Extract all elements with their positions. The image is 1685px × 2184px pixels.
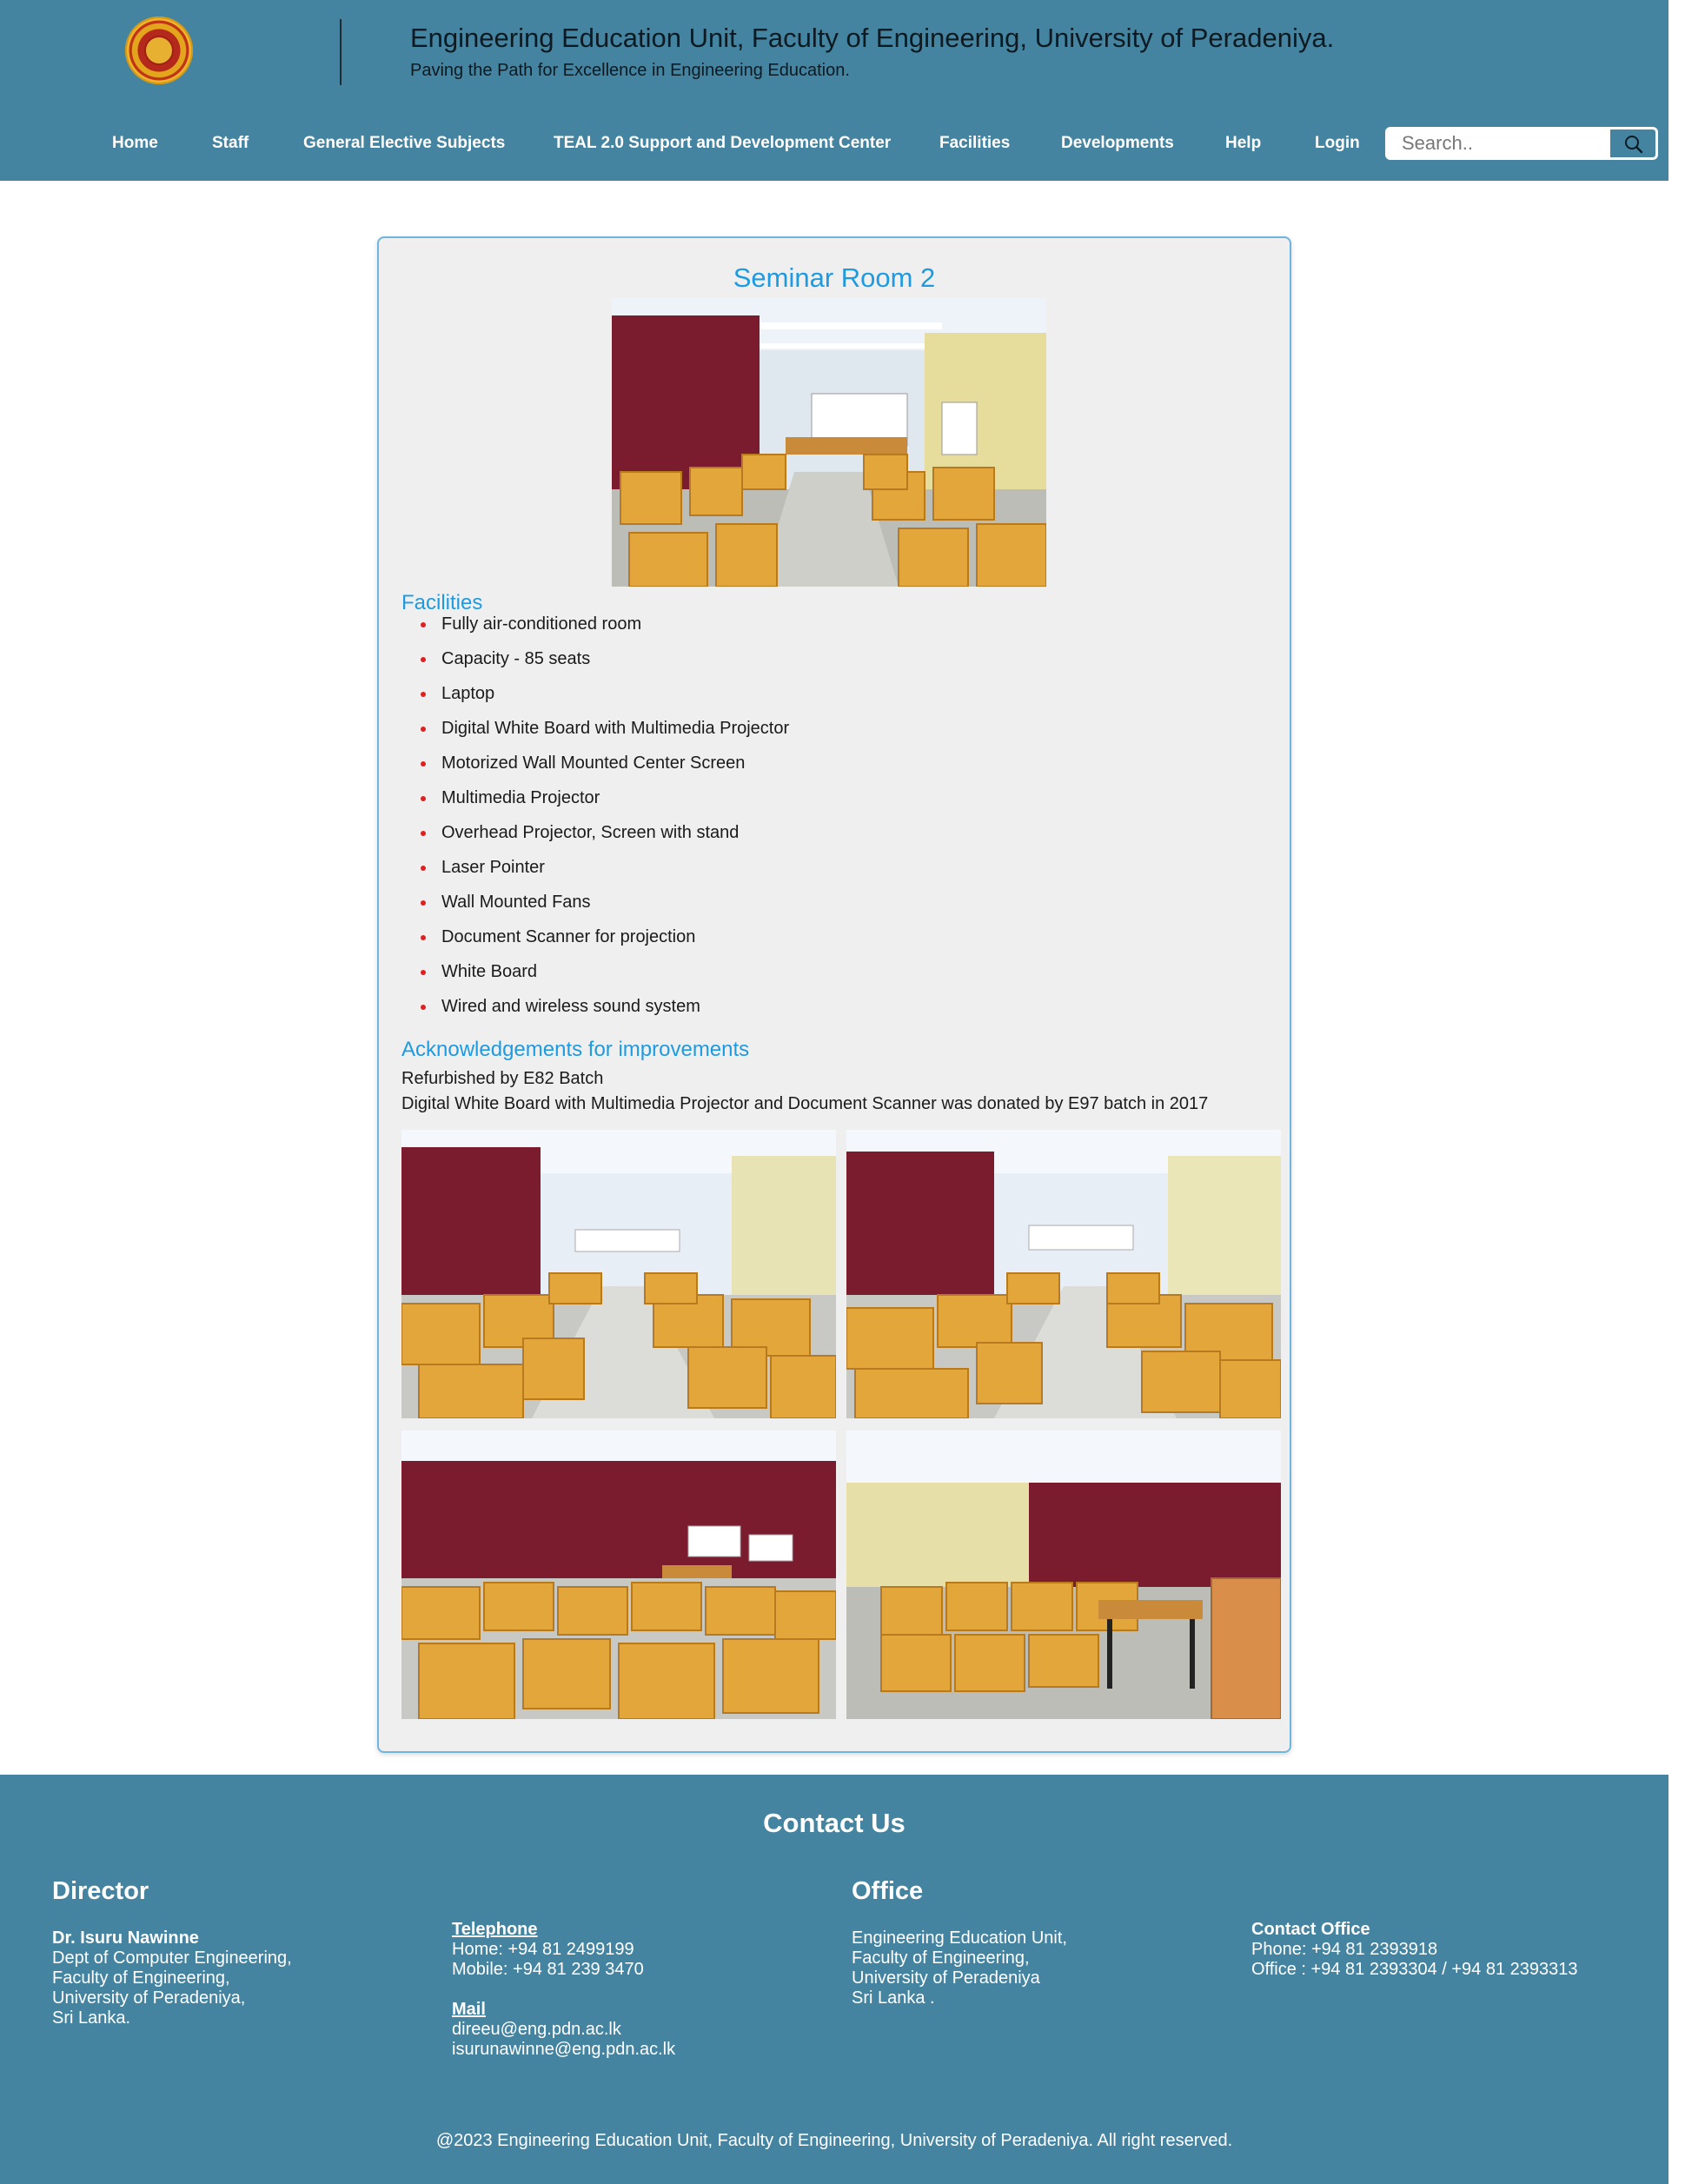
acknowledgements-heading: Acknowledgements for improvements xyxy=(401,1038,750,1061)
page-edge xyxy=(1668,106,1685,2184)
nav-developments[interactable]: Developments xyxy=(1061,134,1174,153)
nav-help[interactable]: Help xyxy=(1225,134,1261,153)
director-line: University of Peradeniya, xyxy=(52,1988,246,2008)
mobile-phone: Mobile: +94 81 239 3470 xyxy=(452,1960,644,1979)
logo-emblem xyxy=(144,36,174,65)
nav-login[interactable]: Login xyxy=(1315,134,1360,153)
acknowledgement-line: Digital White Board with Multimedia Proj… xyxy=(401,1094,1209,1113)
list-item: Document Scanner for projection xyxy=(401,926,789,961)
director-block: Dr. Isuru Nawinne Dept of Computer Engin… xyxy=(52,1928,292,2028)
contact-office-numbers: Office : +94 81 2393304 / +94 81 2393313 xyxy=(1251,1960,1578,1979)
gallery-photo[interactable] xyxy=(846,1431,1281,1719)
search-box xyxy=(1385,127,1658,160)
nav-staff[interactable]: Staff xyxy=(212,134,249,153)
site-header: Engineering Education Unit, Faculty of E… xyxy=(0,0,1668,181)
list-item: Laptop xyxy=(401,683,789,718)
list-item: Wired and wireless sound system xyxy=(401,996,789,1031)
list-item: Wall Mounted Fans xyxy=(401,892,789,926)
mail-label: Mail xyxy=(452,2000,486,2019)
home-phone: Home: +94 81 2499199 xyxy=(452,1940,634,1959)
office-line: Engineering Education Unit, xyxy=(852,1928,1067,1948)
gallery-photo[interactable] xyxy=(846,1130,1281,1418)
contact-office-phone: Phone: +94 81 2393918 xyxy=(1251,1940,1438,1959)
list-item: Overhead Projector, Screen with stand xyxy=(401,822,789,857)
list-item: Capacity - 85 seats xyxy=(401,648,789,683)
email-link[interactable]: isurunawinne@eng.pdn.ac.lk xyxy=(452,2040,675,2060)
site-title: Engineering Education Unit, Faculty of E… xyxy=(410,23,1335,53)
contact-us-title: Contact Us xyxy=(763,1808,906,1838)
gallery-photo[interactable] xyxy=(401,1431,836,1719)
director-heading: Director xyxy=(52,1877,149,1905)
nav-general-elective-subjects[interactable]: General Elective Subjects xyxy=(303,134,505,153)
copyright: @2023 Engineering Education Unit, Facult… xyxy=(435,2131,1233,2150)
site-tagline: Paving the Path for Excellence in Engine… xyxy=(410,61,850,80)
search-icon xyxy=(1625,136,1643,154)
contact-office-label: Contact Office xyxy=(1251,1920,1370,1939)
facilities-list: Fully air-conditioned room Capacity - 85… xyxy=(401,614,789,1031)
office-heading: Office xyxy=(852,1877,924,1905)
office-line: Sri Lanka . xyxy=(852,1988,935,2008)
nav-teal-center[interactable]: TEAL 2.0 Support and Development Center xyxy=(554,134,891,153)
list-item: White Board xyxy=(401,961,789,996)
director-line: Dept of Computer Engineering, xyxy=(52,1948,292,1968)
room-title: Seminar Room 2 xyxy=(733,262,936,293)
room-hero-photo[interactable] xyxy=(612,298,1046,587)
telephone-label: Telephone xyxy=(452,1920,538,1939)
university-logo[interactable] xyxy=(125,17,193,84)
office-line: University of Peradeniya xyxy=(852,1968,1040,1988)
director-line: Faculty of Engineering, xyxy=(52,1968,230,1988)
director-line: Sri Lanka. xyxy=(52,2008,131,2028)
telephone-block: Telephone Home: +94 81 2499199 Mobile: +… xyxy=(452,1920,675,2060)
nav-facilities[interactable]: Facilities xyxy=(939,134,1010,153)
room-card: Seminar Room 2 Facilities Fully air-cond… xyxy=(377,236,1291,1753)
list-item: Multimedia Projector xyxy=(401,787,789,822)
list-item: Digital White Board with Multimedia Proj… xyxy=(401,718,789,753)
office-line: Faculty of Engineering, xyxy=(852,1948,1030,1968)
header-divider xyxy=(340,19,342,85)
office-block: Engineering Education Unit, Faculty of E… xyxy=(852,1928,1067,2008)
list-item: Fully air-conditioned room xyxy=(401,614,789,648)
nav-home[interactable]: Home xyxy=(112,134,158,153)
gallery-photo[interactable] xyxy=(401,1130,836,1418)
acknowledgement-line: Refurbished by E82 Batch xyxy=(401,1069,604,1088)
director-name: Dr. Isuru Nawinne xyxy=(52,1928,199,1948)
search-input[interactable] xyxy=(1388,129,1609,157)
list-item: Motorized Wall Mounted Center Screen xyxy=(401,753,789,787)
search-button[interactable] xyxy=(1610,129,1655,157)
site-footer: Contact Us Director Dr. Isuru Nawinne De… xyxy=(0,1775,1668,2184)
facilities-heading: Facilities xyxy=(401,591,483,614)
list-item: Laser Pointer xyxy=(401,857,789,892)
contact-office-block: Contact Office Phone: +94 81 2393918 Off… xyxy=(1251,1920,1578,1980)
email-link[interactable]: direeu@eng.pdn.ac.lk xyxy=(452,2020,675,2040)
